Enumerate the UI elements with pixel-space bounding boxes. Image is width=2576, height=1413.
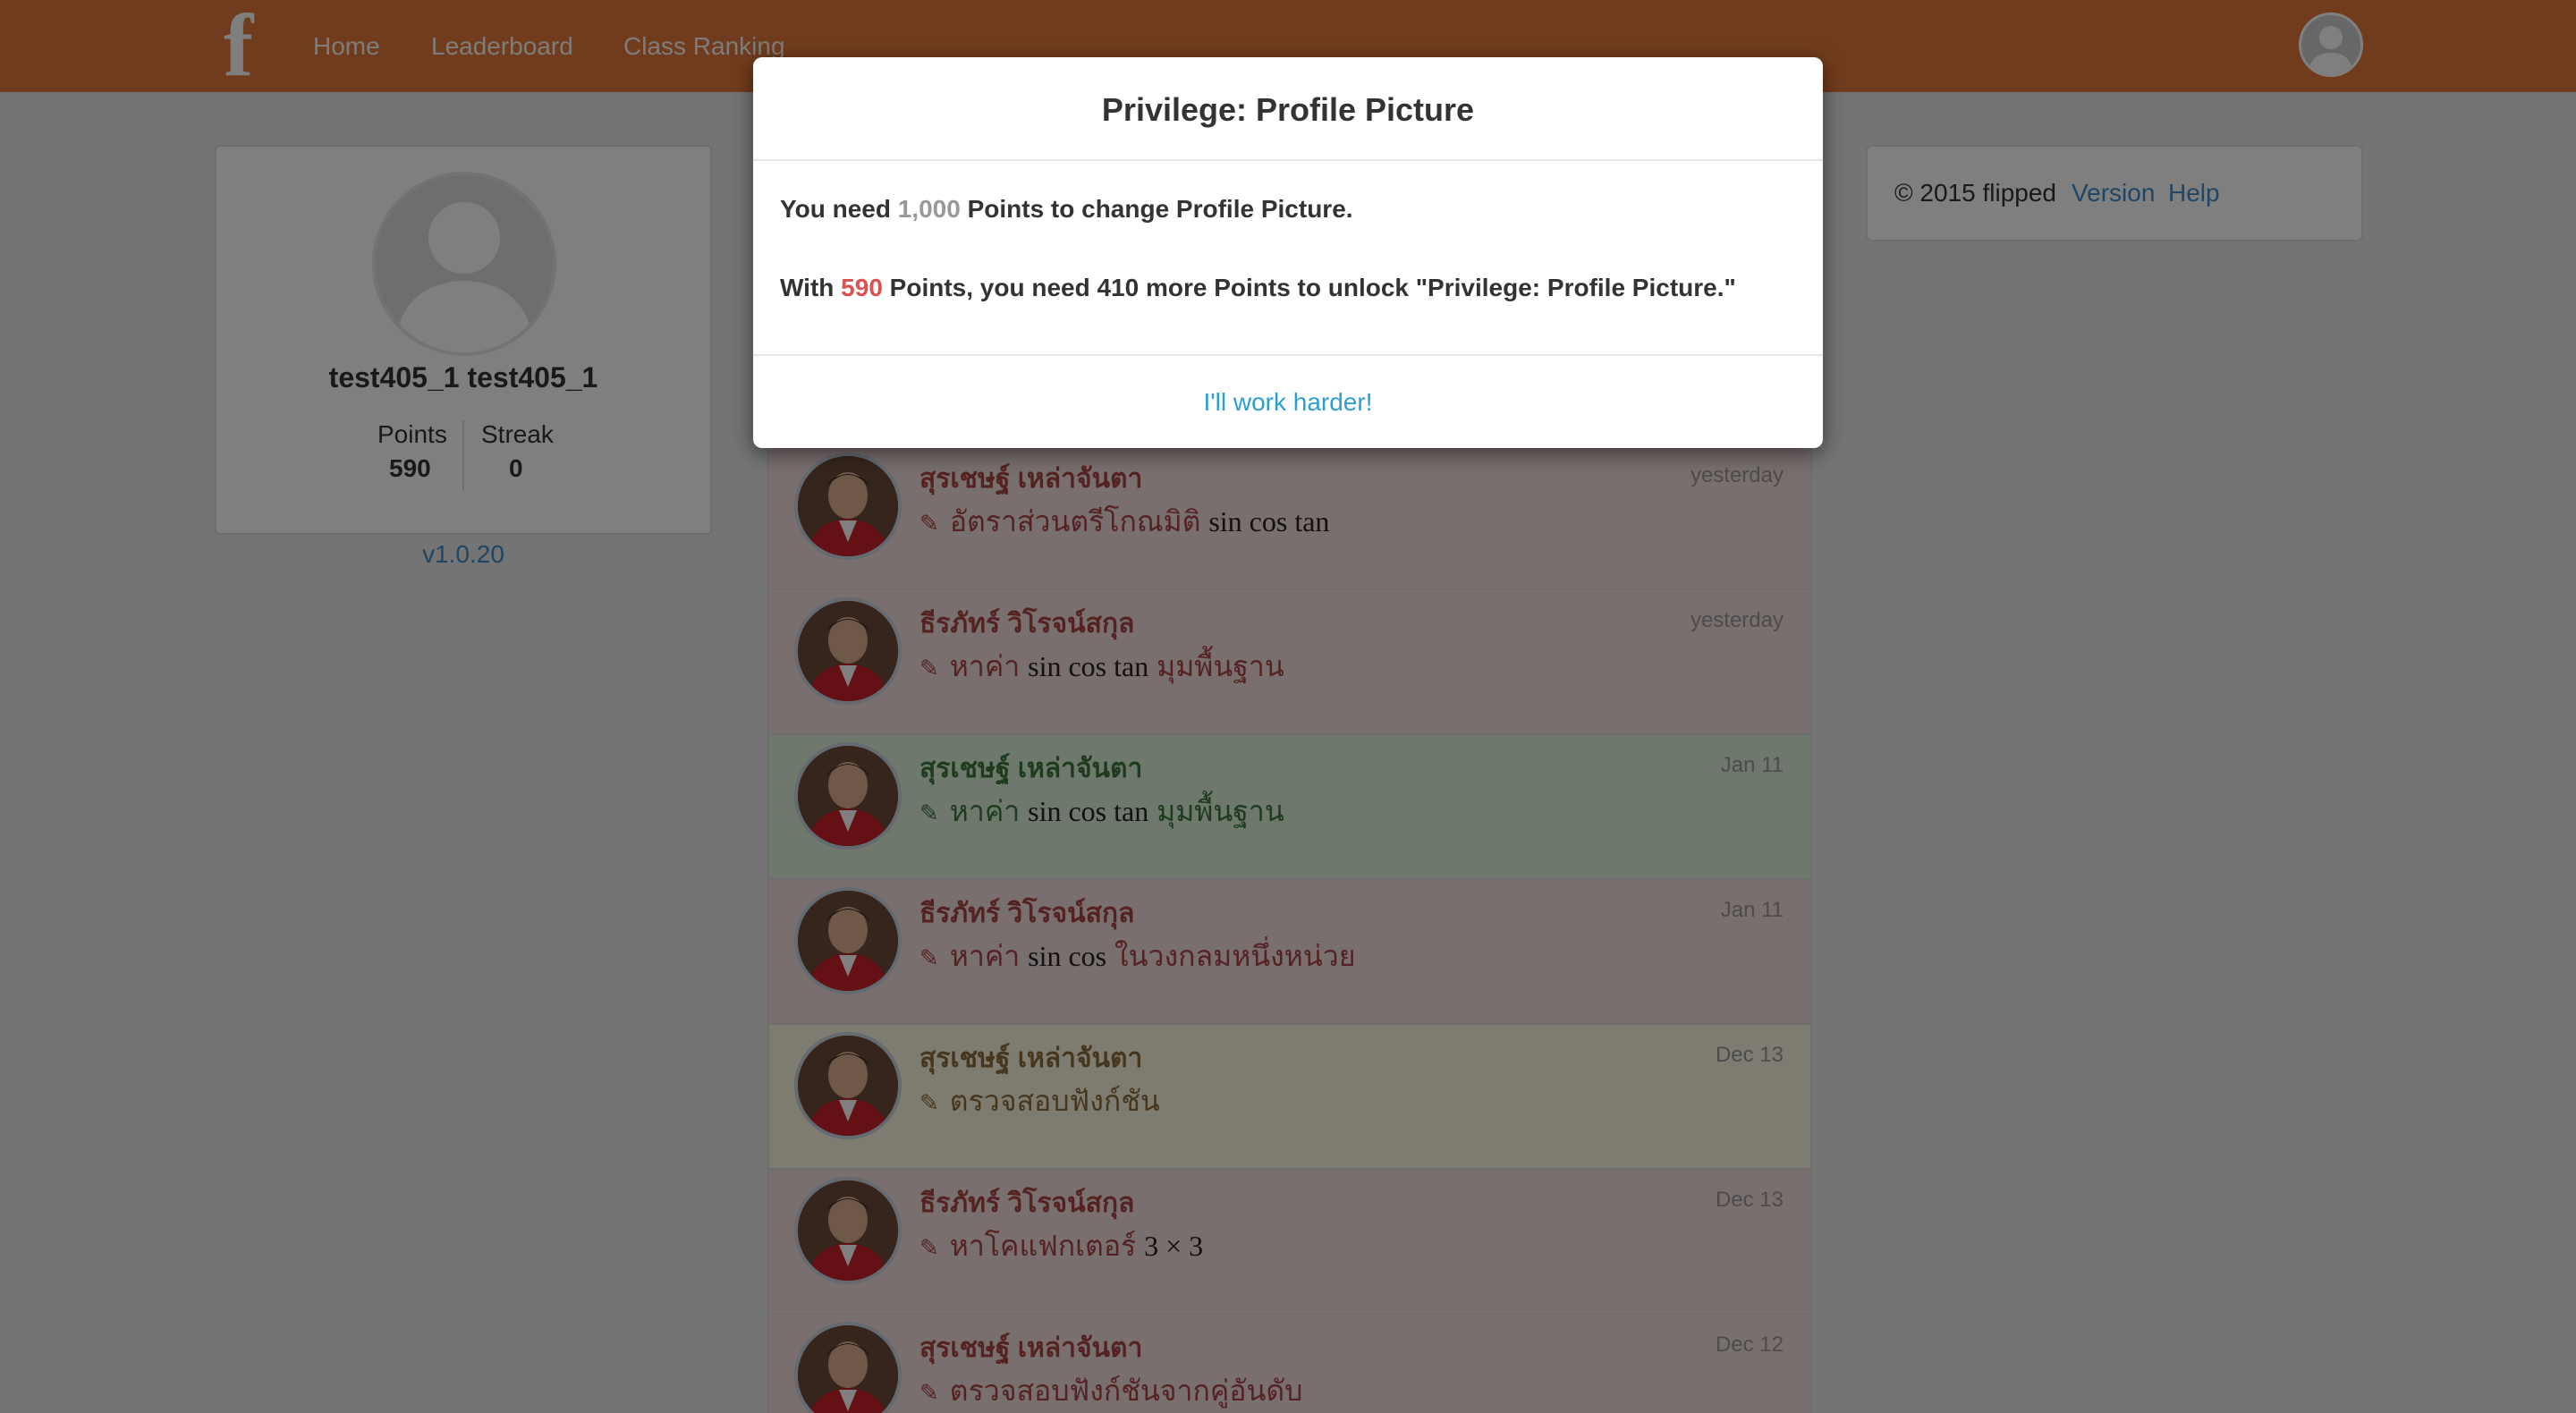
work-harder-button[interactable]: I'll work harder! — [753, 388, 1823, 417]
required-points: 1,000 — [897, 195, 961, 223]
modal-progress-text: With 590 Points, you need 410 more Point… — [780, 274, 1736, 302]
requirement-text-a: You need — [780, 195, 898, 223]
privilege-modal: Privilege: Profile Picture You need 1,00… — [753, 57, 1823, 448]
modal-header: Privilege: Profile Picture — [753, 57, 1823, 161]
modal-requirement-text: You need 1,000 Points to change Profile … — [780, 195, 1353, 224]
progress-text-b: Points, you need 410 more Points to unlo… — [882, 274, 1736, 301]
requirement-text-b: Points to change Profile Picture. — [960, 195, 1353, 223]
current-points: 590 — [841, 274, 883, 301]
modal-footer: I'll work harder! — [753, 354, 1823, 448]
modal-title: Privilege: Profile Picture — [1101, 91, 1475, 128]
progress-text-a: With — [780, 274, 842, 301]
